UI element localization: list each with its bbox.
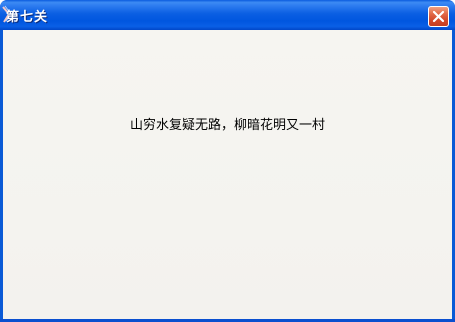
close-button[interactable]: [428, 6, 449, 27]
client-area: 山穷水复疑无路，柳暗花明又一村: [3, 30, 452, 319]
dialog-window: 第七关 山穷水复疑无路，柳暗花明又一村: [0, 0, 455, 322]
title-bar[interactable]: 第七关: [0, 0, 455, 30]
close-icon: [432, 10, 445, 23]
message-text: 山穷水复疑无路，柳暗花明又一村: [129, 118, 325, 133]
window-title: 第七关: [6, 10, 49, 25]
